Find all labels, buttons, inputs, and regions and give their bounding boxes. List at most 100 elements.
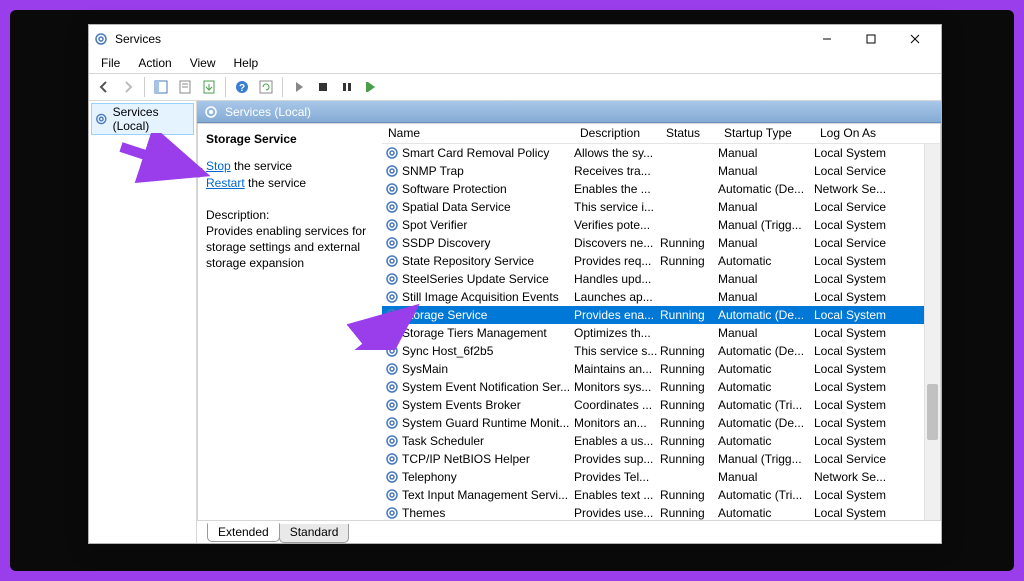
service-row[interactable]: Storage ServiceProvides ena...RunningAut… <box>382 306 940 324</box>
cell-log-on-as: Local Service <box>814 236 904 250</box>
menu-view[interactable]: View <box>182 55 224 71</box>
cell-name: SteelSeries Update Service <box>402 272 574 286</box>
desc-body: Provides enabling services for storage s… <box>206 223 372 272</box>
service-row[interactable]: ThemesProvides use...RunningAutomaticLoc… <box>382 504 940 520</box>
cell-status: Running <box>660 434 718 448</box>
service-row[interactable]: Smart Card Removal PolicyAllows the sy..… <box>382 144 940 162</box>
cell-description: Provides sup... <box>574 452 660 466</box>
gear-icon <box>384 505 400 520</box>
service-row[interactable]: Storage Tiers ManagementOptimizes th...M… <box>382 324 940 342</box>
gear-icon <box>384 325 400 341</box>
service-row[interactable]: TCP/IP NetBIOS HelperProvides sup...Runn… <box>382 450 940 468</box>
gear-icon <box>384 469 400 485</box>
service-row[interactable]: System Guard Runtime Monit...Monitors an… <box>382 414 940 432</box>
service-row[interactable]: Still Image Acquisition EventsLaunches a… <box>382 288 940 306</box>
col-startup-type[interactable]: Startup Type <box>718 124 814 143</box>
service-row[interactable]: Sync Host_6f2b5This service s...RunningA… <box>382 342 940 360</box>
cell-startup-type: Manual <box>718 290 814 304</box>
service-row[interactable]: System Events BrokerCoordinates ...Runni… <box>382 396 940 414</box>
service-row[interactable]: Spatial Data ServiceThis service i...Man… <box>382 198 940 216</box>
cell-name: System Event Notification Ser... <box>402 380 574 394</box>
cell-description: Provides Tel... <box>574 470 660 484</box>
cell-startup-type: Automatic (Tri... <box>718 398 814 412</box>
desc-heading: Description: <box>206 208 372 222</box>
service-row[interactable]: Task SchedulerEnables a us...RunningAuto… <box>382 432 940 450</box>
close-button[interactable] <box>893 25 937 53</box>
stop-link[interactable]: Stop <box>206 159 231 173</box>
cell-log-on-as: Network Se... <box>814 182 904 196</box>
menu-help[interactable]: Help <box>226 55 267 71</box>
cell-status: Running <box>660 380 718 394</box>
svg-text:?: ? <box>239 83 245 94</box>
cell-description: Launches ap... <box>574 290 660 304</box>
column-headers: Name Description Status Startup Type Log… <box>382 124 940 144</box>
cell-startup-type: Manual <box>718 326 814 340</box>
restart-service-button[interactable] <box>360 76 382 98</box>
right-header: Services (Local) <box>197 101 941 123</box>
cell-name: Themes <box>402 506 574 520</box>
restart-link[interactable]: Restart <box>206 176 245 190</box>
maximize-button[interactable] <box>849 25 893 53</box>
cell-description: Receives tra... <box>574 164 660 178</box>
col-status[interactable]: Status <box>660 124 718 143</box>
toolbar: ? <box>89 73 941 101</box>
cell-description: Allows the sy... <box>574 146 660 160</box>
cell-startup-type: Manual <box>718 470 814 484</box>
back-button[interactable] <box>93 76 115 98</box>
cell-startup-type: Manual (Trigg... <box>718 452 814 466</box>
service-row[interactable]: SysMainMaintains an...RunningAutomaticLo… <box>382 360 940 378</box>
cell-startup-type: Manual (Trigg... <box>718 218 814 232</box>
cell-description: Enables text ... <box>574 488 660 502</box>
start-service-button[interactable] <box>288 76 310 98</box>
show-hide-tree-button[interactable] <box>150 76 172 98</box>
cell-status: Running <box>660 254 718 268</box>
cell-name: SNMP Trap <box>402 164 574 178</box>
service-row[interactable]: System Event Notification Ser...Monitors… <box>382 378 940 396</box>
gear-icon <box>384 145 400 161</box>
cell-log-on-as: Local System <box>814 290 904 304</box>
tab-standard[interactable]: Standard <box>279 524 350 543</box>
menu-file[interactable]: File <box>93 55 128 71</box>
cell-startup-type: Manual <box>718 236 814 250</box>
scrollbar-thumb[interactable] <box>927 384 938 440</box>
forward-button[interactable] <box>117 76 139 98</box>
export-list-button[interactable] <box>198 76 220 98</box>
gear-icon <box>384 181 400 197</box>
menu-action[interactable]: Action <box>130 55 179 71</box>
service-row[interactable]: Spot VerifierVerifies pote...Manual (Tri… <box>382 216 940 234</box>
service-row[interactable]: SSDP DiscoveryDiscovers ne...RunningManu… <box>382 234 940 252</box>
refresh-button[interactable] <box>255 76 277 98</box>
service-row[interactable]: Software ProtectionEnables the ...Automa… <box>382 180 940 198</box>
help-button[interactable]: ? <box>231 76 253 98</box>
cell-status: Running <box>660 308 718 322</box>
col-description[interactable]: Description <box>574 124 660 143</box>
service-row[interactable]: State Repository ServiceProvides req...R… <box>382 252 940 270</box>
detail-pane: Storage Service Stop the service Restart… <box>198 124 382 520</box>
cell-description: Monitors sys... <box>574 380 660 394</box>
cell-log-on-as: Local System <box>814 218 904 232</box>
cell-log-on-as: Local Service <box>814 164 904 178</box>
service-row[interactable]: SteelSeries Update ServiceHandles upd...… <box>382 270 940 288</box>
cell-description: Enables a us... <box>574 434 660 448</box>
col-log-on-as[interactable]: Log On As <box>814 124 904 143</box>
minimize-button[interactable] <box>805 25 849 53</box>
cell-status: Running <box>660 506 718 520</box>
cell-startup-type: Automatic <box>718 254 814 268</box>
gear-icon <box>384 199 400 215</box>
vertical-scrollbar[interactable] <box>924 144 940 520</box>
service-row[interactable]: SNMP TrapReceives tra...ManualLocal Serv… <box>382 162 940 180</box>
titlebar[interactable]: Services <box>89 25 941 53</box>
gear-icon <box>384 487 400 503</box>
properties-button[interactable] <box>174 76 196 98</box>
col-name[interactable]: Name <box>382 124 574 143</box>
service-row[interactable]: TelephonyProvides Tel...ManualNetwork Se… <box>382 468 940 486</box>
gear-icon <box>384 253 400 269</box>
pause-service-button[interactable] <box>336 76 358 98</box>
service-row[interactable]: Text Input Management Servi...Enables te… <box>382 486 940 504</box>
stop-service-button[interactable] <box>312 76 334 98</box>
tab-extended[interactable]: Extended <box>207 523 280 542</box>
gear-icon <box>384 307 400 323</box>
tree-services-local[interactable]: Services (Local) <box>91 103 194 135</box>
gear-icon <box>203 104 219 120</box>
cell-status: Running <box>660 452 718 466</box>
